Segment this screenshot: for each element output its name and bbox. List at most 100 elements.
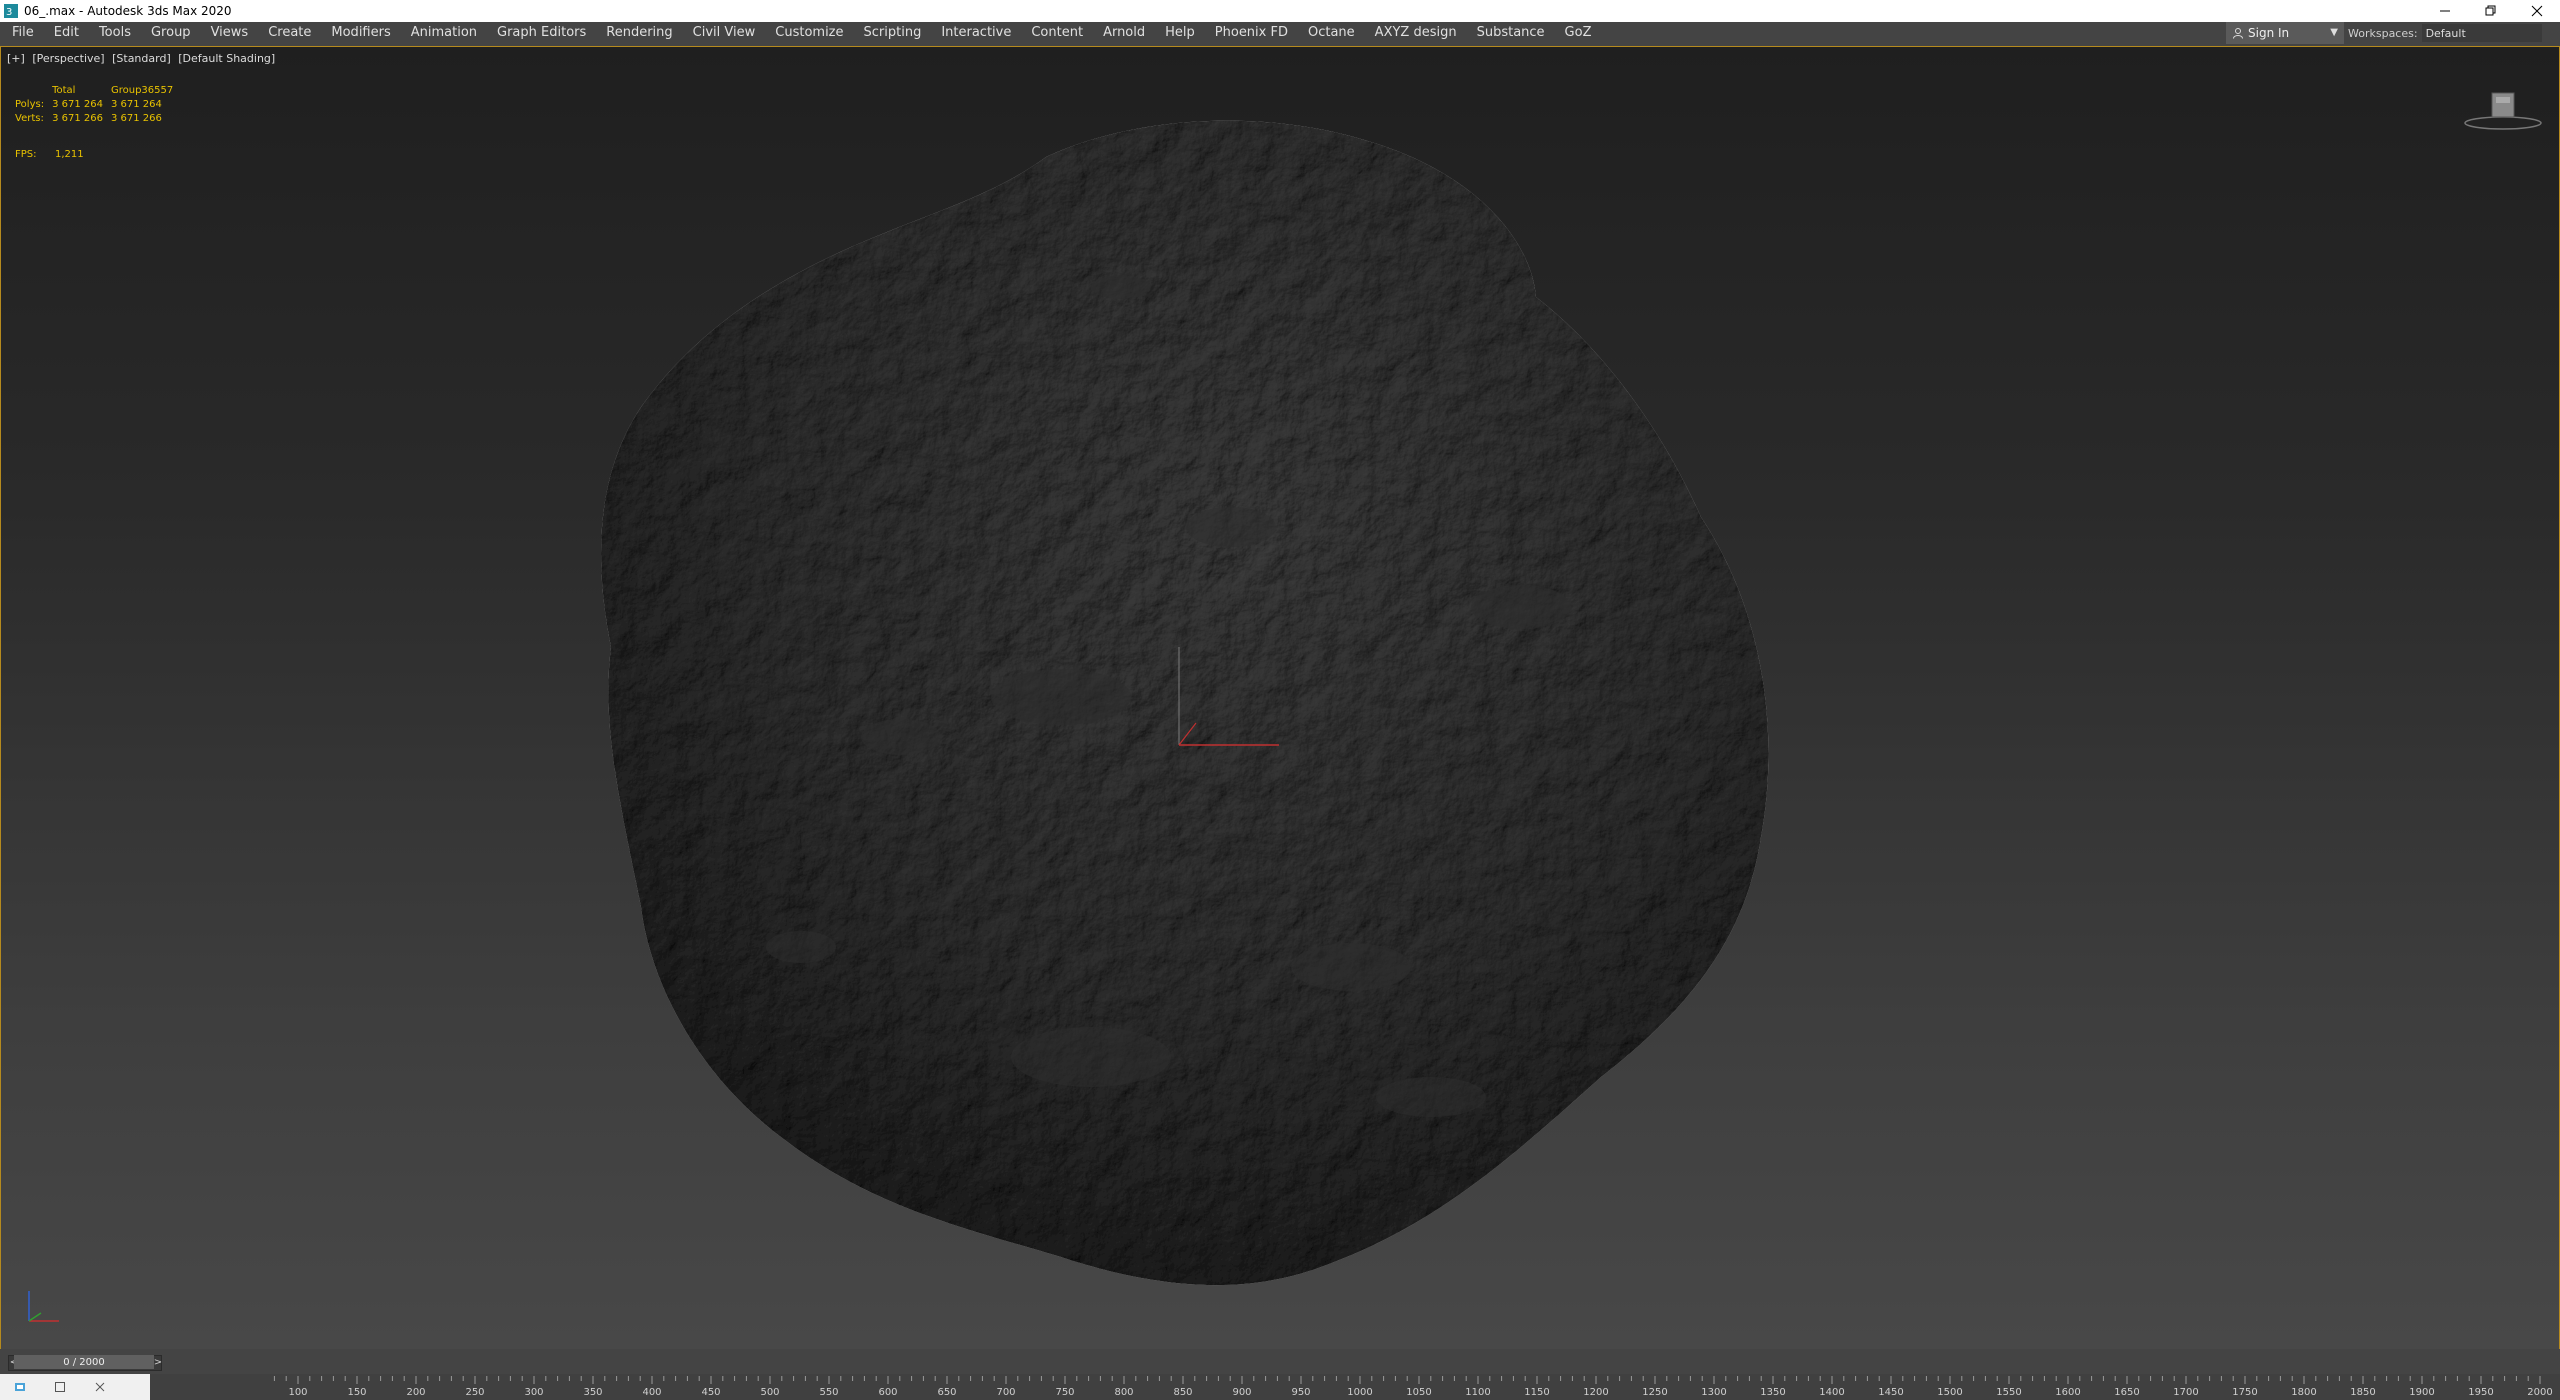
menu-scripting[interactable]: Scripting bbox=[854, 22, 932, 44]
perspective-viewport[interactable]: [+] [Perspective] [Standard] [Default Sh… bbox=[0, 46, 2560, 1350]
track-bar-tick-label: 1150 bbox=[1524, 1387, 1550, 1398]
menu-phoenix-fd[interactable]: Phoenix FD bbox=[1205, 22, 1298, 44]
viewcube[interactable] bbox=[2463, 83, 2543, 133]
track-bar-tick-label: 800 bbox=[1114, 1387, 1134, 1398]
fps-label: FPS: bbox=[15, 149, 37, 160]
track-bar-tick-label: 1300 bbox=[1701, 1387, 1727, 1398]
track-bar-tick-label: 1450 bbox=[1878, 1387, 1904, 1398]
minimize-icon bbox=[2440, 10, 2450, 12]
track-bar-tick-label: 1800 bbox=[2291, 1387, 2317, 1398]
menu-group[interactable]: Group bbox=[141, 22, 201, 44]
viewport-shading-mode[interactable]: [Default Shading] bbox=[178, 52, 275, 65]
sign-in-button[interactable]: Sign In ▼ bbox=[2226, 22, 2344, 44]
asteroid-model bbox=[601, 120, 1769, 1286]
track-bar-tick-label: 1400 bbox=[1819, 1387, 1845, 1398]
track-bar-tick-label: 1350 bbox=[1760, 1387, 1786, 1398]
mini-panel-icon-button[interactable] bbox=[0, 1381, 40, 1393]
menu-axyz-design[interactable]: AXYZ design bbox=[1365, 22, 1467, 44]
user-icon bbox=[2233, 28, 2243, 39]
track-bar-tick-label: 950 bbox=[1291, 1387, 1311, 1398]
mini-panel-close-button[interactable] bbox=[80, 1381, 120, 1393]
track-bar-tick-label: 1200 bbox=[1583, 1387, 1609, 1398]
stats-col-group: Group36557 bbox=[110, 85, 174, 96]
svg-text:3: 3 bbox=[6, 7, 12, 18]
menu-goz[interactable]: GoZ bbox=[1555, 22, 1602, 44]
stats-verts-total: 3 671 266 bbox=[52, 113, 103, 124]
menu-views[interactable]: Views bbox=[201, 22, 259, 44]
track-bar-tick-label: 150 bbox=[347, 1387, 367, 1398]
mini-panel-maximize-button[interactable] bbox=[40, 1381, 80, 1393]
track-bar-tick-label: 1100 bbox=[1465, 1387, 1491, 1398]
viewport-statistics: Total Group36557 Polys: 3 671 264 3 671 … bbox=[15, 85, 181, 127]
track-bar-tick-label: 1250 bbox=[1642, 1387, 1668, 1398]
menu-content[interactable]: Content bbox=[1021, 22, 1093, 44]
viewport-menu-plus[interactable]: [+] bbox=[7, 52, 25, 65]
title-bar: 3 06_.max - Autodesk 3ds Max 2020 bbox=[0, 0, 2560, 22]
fps-value: 1,211 bbox=[55, 149, 84, 160]
fps-readout: FPS: 1,211 bbox=[15, 149, 84, 160]
menu-civil-view[interactable]: Civil View bbox=[683, 22, 766, 44]
track-bar-tick-label: 300 bbox=[524, 1387, 544, 1398]
stats-col-total: Total bbox=[52, 85, 76, 96]
time-slider-thumb[interactable]: 0 / 2000 bbox=[14, 1355, 154, 1369]
track-bar-tick-label: 400 bbox=[642, 1387, 662, 1398]
minimize-button[interactable] bbox=[2422, 0, 2468, 22]
menu-rendering[interactable]: Rendering bbox=[596, 22, 682, 44]
viewport-label: [+] [Perspective] [Standard] [Default Sh… bbox=[7, 52, 279, 65]
menu-animation[interactable]: Animation bbox=[401, 22, 487, 44]
track-bar-tick-label: 1850 bbox=[2350, 1387, 2376, 1398]
menu-interactive[interactable]: Interactive bbox=[931, 22, 1021, 44]
mini-listener-panel bbox=[0, 1374, 150, 1400]
window-switch-icon bbox=[15, 1383, 25, 1391]
track-bar-tick-label: 1700 bbox=[2173, 1387, 2199, 1398]
track-bar-tick-label: 1500 bbox=[1937, 1387, 1963, 1398]
restore-button[interactable] bbox=[2468, 0, 2514, 22]
viewport-renderer-standard[interactable]: [Standard] bbox=[112, 52, 171, 65]
menu-graph-editors[interactable]: Graph Editors bbox=[487, 22, 596, 44]
track-bar-tick-label: 450 bbox=[701, 1387, 721, 1398]
menu-edit[interactable]: Edit bbox=[44, 22, 89, 44]
stats-polys-group: 3 671 264 bbox=[110, 99, 162, 110]
asteroid-silhouette bbox=[601, 120, 1769, 1286]
track-bar-tick-label: 1900 bbox=[2409, 1387, 2435, 1398]
track-bar-tick-label: 1600 bbox=[2055, 1387, 2081, 1398]
axis-tripod-icon bbox=[28, 1291, 59, 1322]
menu-arnold[interactable]: Arnold bbox=[1093, 22, 1155, 44]
close-icon bbox=[95, 1382, 105, 1392]
track-bar-tick-label: 1950 bbox=[2468, 1387, 2494, 1398]
track-bar-tick-label: 1550 bbox=[1996, 1387, 2022, 1398]
track-bar-tick-label: 350 bbox=[583, 1387, 603, 1398]
viewport-view-perspective[interactable]: [Perspective] bbox=[32, 52, 104, 65]
workspaces-selector[interactable]: Workspaces: Default ▼ bbox=[2348, 22, 2560, 44]
time-slider[interactable]: < 0 / 2000 > bbox=[0, 1349, 2560, 1373]
menu-tools[interactable]: Tools bbox=[89, 22, 141, 44]
track-bar-tick-label: 850 bbox=[1173, 1387, 1193, 1398]
stats-verts-label: Verts: bbox=[15, 113, 44, 124]
menu-create[interactable]: Create bbox=[258, 22, 321, 44]
stats-verts-group: 3 671 266 bbox=[110, 113, 162, 124]
3ds-max-icon: 3 bbox=[4, 4, 18, 18]
stats-polys-total: 3 671 264 bbox=[52, 99, 103, 110]
track-bar-tick-label: 1000 bbox=[1347, 1387, 1373, 1398]
menu-octane[interactable]: Octane bbox=[1298, 22, 1365, 44]
track-bar-tick-label: 550 bbox=[819, 1387, 839, 1398]
menu-substance[interactable]: Substance bbox=[1467, 22, 1555, 44]
time-slider-next-button[interactable]: > bbox=[152, 1355, 164, 1369]
window-title: 06_.max - Autodesk 3ds Max 2020 bbox=[24, 4, 232, 18]
track-bar-tick-label: 1650 bbox=[2114, 1387, 2140, 1398]
close-button[interactable] bbox=[2514, 0, 2560, 22]
chevron-down-icon: ▼ bbox=[2330, 27, 2338, 38]
track-bar-tick-label: 650 bbox=[937, 1387, 957, 1398]
restore-icon bbox=[2485, 5, 2496, 16]
menu-file[interactable]: File bbox=[0, 22, 44, 44]
menu-help[interactable]: Help bbox=[1155, 22, 1205, 44]
track-bar-tick-label: 1050 bbox=[1406, 1387, 1432, 1398]
menu-modifiers[interactable]: Modifiers bbox=[321, 22, 400, 44]
menu-bar: File Edit Tools Group Views Create Modif… bbox=[0, 22, 2560, 44]
track-bar-tick-label: 1750 bbox=[2232, 1387, 2258, 1398]
track-bar[interactable]: 100 150 200 250 300 350 400 450 500 550 600 650 700 7… bbox=[150, 1374, 2560, 1400]
workspaces-dropdown[interactable]: Default ▼ bbox=[2421, 24, 2542, 42]
menu-customize[interactable]: Customize bbox=[765, 22, 853, 44]
track-bar-tick-label: 700 bbox=[996, 1387, 1016, 1398]
workspaces-label: Workspaces: bbox=[2348, 26, 2418, 40]
